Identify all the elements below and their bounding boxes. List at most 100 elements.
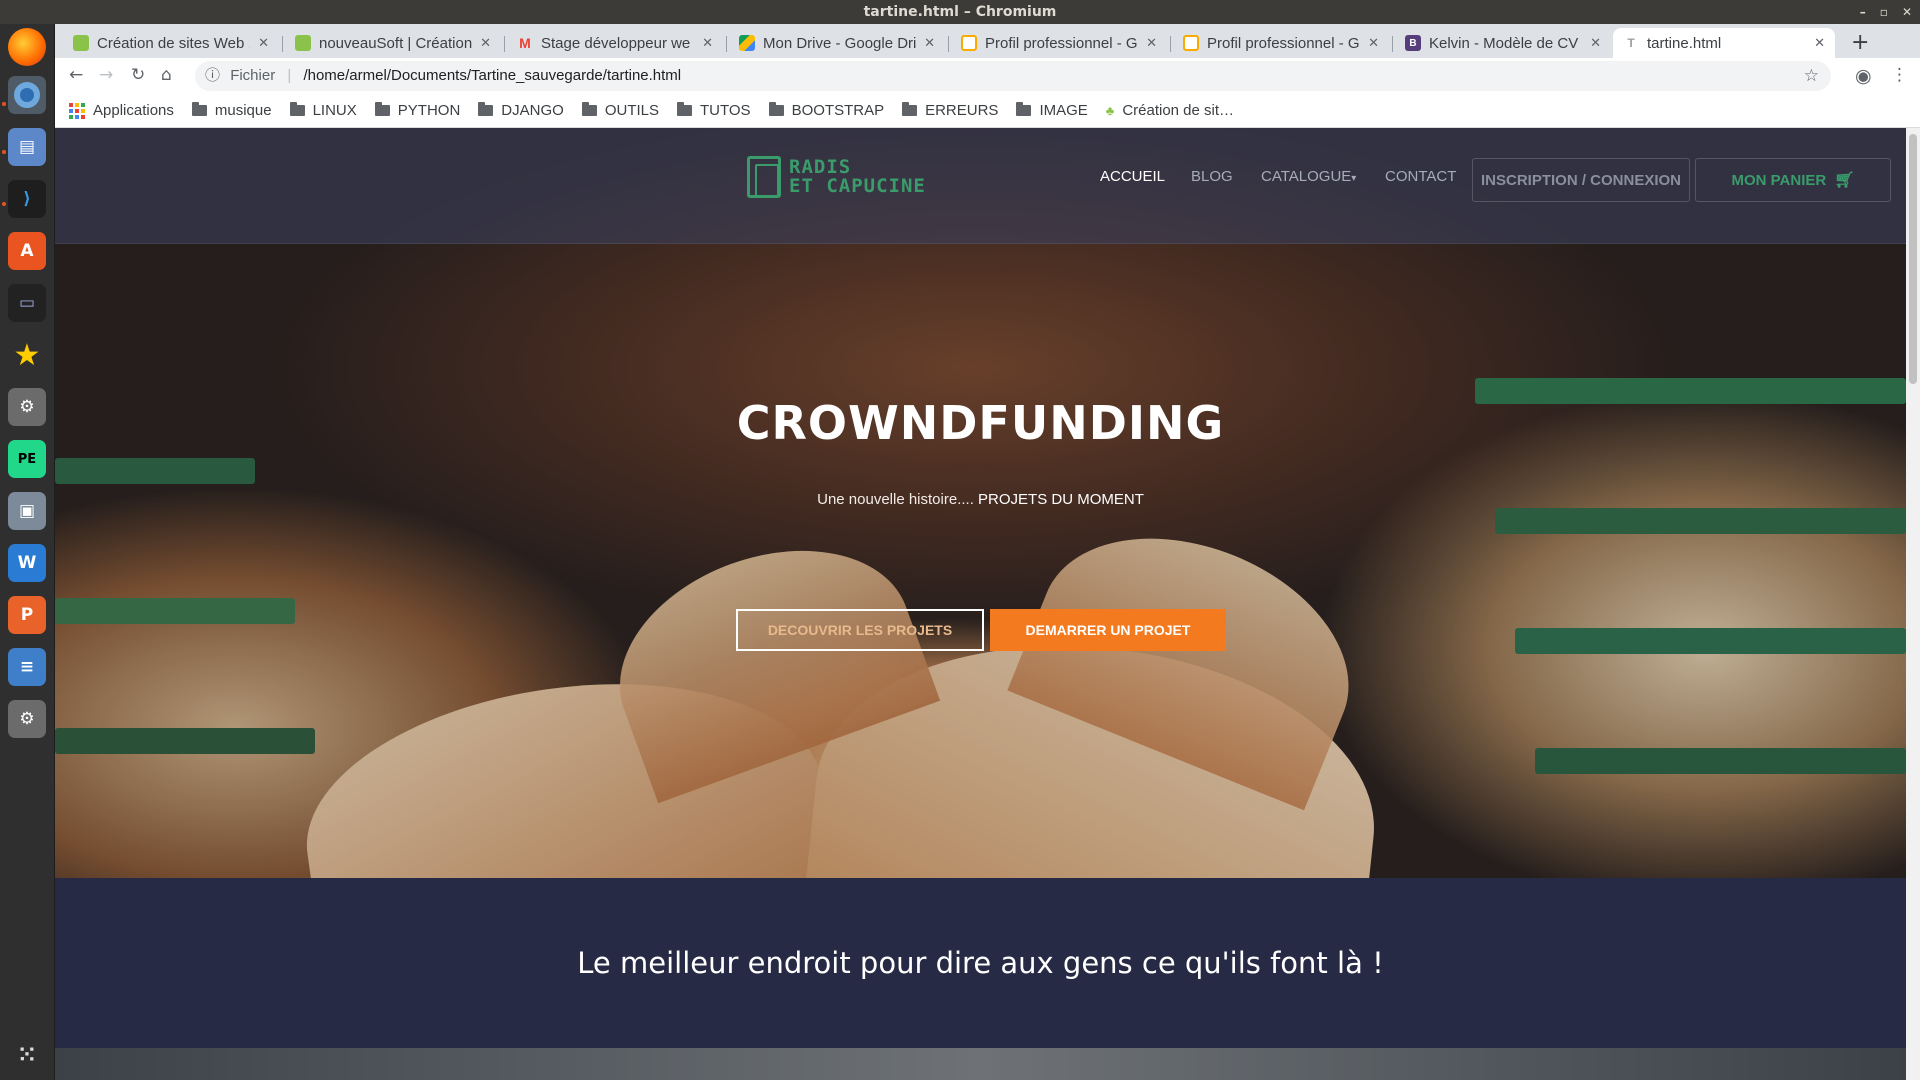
chromium-icon[interactable] xyxy=(8,76,46,114)
back-arrow-icon[interactable]: ← xyxy=(69,65,83,85)
tab-1[interactable]: nouveauSoft | Création ✕ xyxy=(285,28,501,58)
browser-chrome: Création de sites Web , ✕ nouveauSoft | … xyxy=(55,24,1920,128)
login-button[interactable]: INSCRIPTION / CONNEXION xyxy=(1472,158,1690,202)
info-icon[interactable]: ⓘ xyxy=(205,67,220,84)
nav-accueil[interactable]: ACCUEIL xyxy=(1100,168,1165,185)
nav-catalogue[interactable]: CATALOGUE▾ xyxy=(1261,168,1356,185)
tab-5[interactable]: Profil professionnel - G ✕ xyxy=(1173,28,1389,58)
address-scheme: Fichier xyxy=(230,67,276,84)
folder-icon xyxy=(478,102,494,116)
bookmark-label: musique xyxy=(214,102,272,119)
page-viewport: RADIS ET CAPUCINE ACCUEIL BLOG CATALOGUE… xyxy=(55,128,1906,1080)
start-project-button[interactable]: DEMARRER UN PROJET xyxy=(990,609,1226,651)
address-url: /home/armel/Documents/Tartine_sauvegarde… xyxy=(303,67,682,84)
close-tab-icon[interactable]: ✕ xyxy=(258,35,269,51)
folder-icon xyxy=(374,102,390,116)
folder-icon xyxy=(677,102,692,116)
bookmark-folder[interactable]: BOOTSTRAP xyxy=(768,102,885,119)
close-tab-icon[interactable]: ✕ xyxy=(1590,35,1601,51)
nav-contact[interactable]: CONTACT xyxy=(1385,168,1456,185)
bookmark-label: BOOTSTRAP xyxy=(791,102,885,119)
logo-line-2: ET CAPUCINE xyxy=(789,175,926,197)
forward-arrow-icon[interactable]: → xyxy=(99,65,113,85)
login-label: INSCRIPTION / CONNEXION xyxy=(1480,171,1682,189)
terminal-icon[interactable]: ▭ xyxy=(8,284,46,322)
bookmark-label: OUTILS xyxy=(604,102,659,119)
address-bar[interactable]: ⓘ Fichier | /home/armel/Documents/Tartin… xyxy=(195,61,1831,91)
bookmark-folder[interactable]: IMAGE xyxy=(1016,102,1088,119)
tab-title: nouveauSoft | Création xyxy=(319,34,473,52)
bookmark-folder[interactable]: DJANGO xyxy=(478,102,564,119)
tab-title: Profil professionnel - G xyxy=(1207,34,1360,52)
menu-icon[interactable]: ⋮ xyxy=(1891,65,1908,85)
tab-title: Profil professionnel - G xyxy=(985,34,1138,52)
reload-icon[interactable]: ↻ xyxy=(131,65,145,85)
tab-2[interactable]: M Stage développeur we ✕ xyxy=(507,28,723,58)
logo-book-icon xyxy=(747,156,781,198)
files-icon[interactable]: ▤ xyxy=(8,128,46,166)
bookmark-folder[interactable]: PYTHON xyxy=(374,102,461,119)
wps-writer-icon[interactable]: W xyxy=(8,544,46,582)
bookmark-label: ERREURS xyxy=(925,102,999,119)
folder-icon xyxy=(191,102,207,116)
tab-7-active[interactable]: T tartine.html ✕ xyxy=(1613,28,1835,58)
site-logo[interactable]: RADIS ET CAPUCINE xyxy=(747,156,926,198)
close-tab-icon[interactable]: ✕ xyxy=(1814,35,1825,51)
bookmark-folder[interactable]: ERREURS xyxy=(902,102,998,119)
tab-0[interactable]: Création de sites Web , ✕ xyxy=(63,28,279,58)
bookmark-folder[interactable]: musique xyxy=(191,102,272,119)
slides-icon xyxy=(961,35,977,51)
text-editor-icon[interactable]: ≡ xyxy=(8,648,46,686)
window-controls: – ▫ ✕ xyxy=(1860,0,1912,24)
tagline-section: Le meilleur endroit pour dire aux gens c… xyxy=(55,878,1906,1048)
folder-icon xyxy=(902,102,918,116)
tab-3[interactable]: Mon Drive - Google Dri ✕ xyxy=(729,28,945,58)
slides-icon xyxy=(1183,35,1199,51)
tab-4[interactable]: Profil professionnel - G ✕ xyxy=(951,28,1167,58)
bookmark-folder[interactable]: OUTILS xyxy=(581,102,659,119)
start-project-label: DEMARRER UN PROJET xyxy=(1025,622,1191,638)
discover-projects-button[interactable]: DECOUVRIR LES PROJETS xyxy=(736,609,984,651)
page-scrollbar[interactable] xyxy=(1906,128,1920,1080)
profile-icon[interactable]: ◉ xyxy=(1855,65,1872,87)
close-tab-icon[interactable]: ✕ xyxy=(480,35,491,51)
close-window-icon[interactable]: ✕ xyxy=(1902,0,1912,24)
settings-icon[interactable]: ⚙ xyxy=(8,388,46,426)
hero-title: CROWNDFUNDING xyxy=(736,396,1225,450)
starred-app-icon[interactable]: ★ xyxy=(8,336,46,374)
bootstrap-icon: B xyxy=(1405,35,1421,51)
nav-blog[interactable]: BLOG xyxy=(1191,168,1233,185)
tab-title: tartine.html xyxy=(1647,34,1722,52)
bookmark-link[interactable]: ♣ Création de sit… xyxy=(1106,102,1234,119)
leaf-icon: ♣ xyxy=(1105,103,1115,118)
bookmark-star-icon[interactable]: ☆ xyxy=(1804,61,1819,91)
pycharm-icon[interactable]: PE xyxy=(8,440,46,478)
maximize-icon[interactable]: ▫ xyxy=(1880,0,1888,24)
tab-6[interactable]: B Kelvin - Modèle de CV B ✕ xyxy=(1395,28,1611,58)
minimize-icon[interactable]: – xyxy=(1860,0,1866,24)
close-tab-icon[interactable]: ✕ xyxy=(924,35,935,51)
close-tab-icon[interactable]: ✕ xyxy=(1368,35,1379,51)
bookmark-label: PYTHON xyxy=(397,102,461,119)
screenshot-icon[interactable]: ▣ xyxy=(8,492,46,530)
firefox-icon[interactable] xyxy=(8,28,46,66)
new-tab-button[interactable]: + xyxy=(1851,30,1869,55)
bookmark-label: TUTOS xyxy=(700,102,751,119)
bookmark-folder[interactable]: LINUX xyxy=(289,102,357,119)
scrollbar-thumb[interactable] xyxy=(1909,134,1917,384)
software-center-icon[interactable]: A xyxy=(8,232,46,270)
system-settings-icon[interactable]: ⚙ xyxy=(8,700,46,738)
home-icon[interactable]: ⌂ xyxy=(161,65,172,85)
tagline-heading: Le meilleur endroit pour dire aux gens c… xyxy=(577,946,1384,980)
leaf-icon xyxy=(295,35,311,51)
show-applications-icon[interactable]: ⁙ xyxy=(8,1036,46,1074)
cart-button[interactable]: MON PANIER 🛒︎ xyxy=(1695,158,1891,202)
wps-presentation-icon[interactable]: P xyxy=(8,596,46,634)
close-tab-icon[interactable]: ✕ xyxy=(1146,35,1157,51)
leaf-icon xyxy=(73,35,89,51)
close-tab-icon[interactable]: ✕ xyxy=(702,35,713,51)
bookmark-folder[interactable]: TUTOS xyxy=(677,102,751,119)
vscode-icon[interactable]: ⟩ xyxy=(8,180,46,218)
bookmark-apps[interactable]: Applications xyxy=(69,102,174,119)
browser-toolbar: ← → ↻ ⌂ ⓘ Fichier | /home/armel/Document… xyxy=(55,58,1920,94)
